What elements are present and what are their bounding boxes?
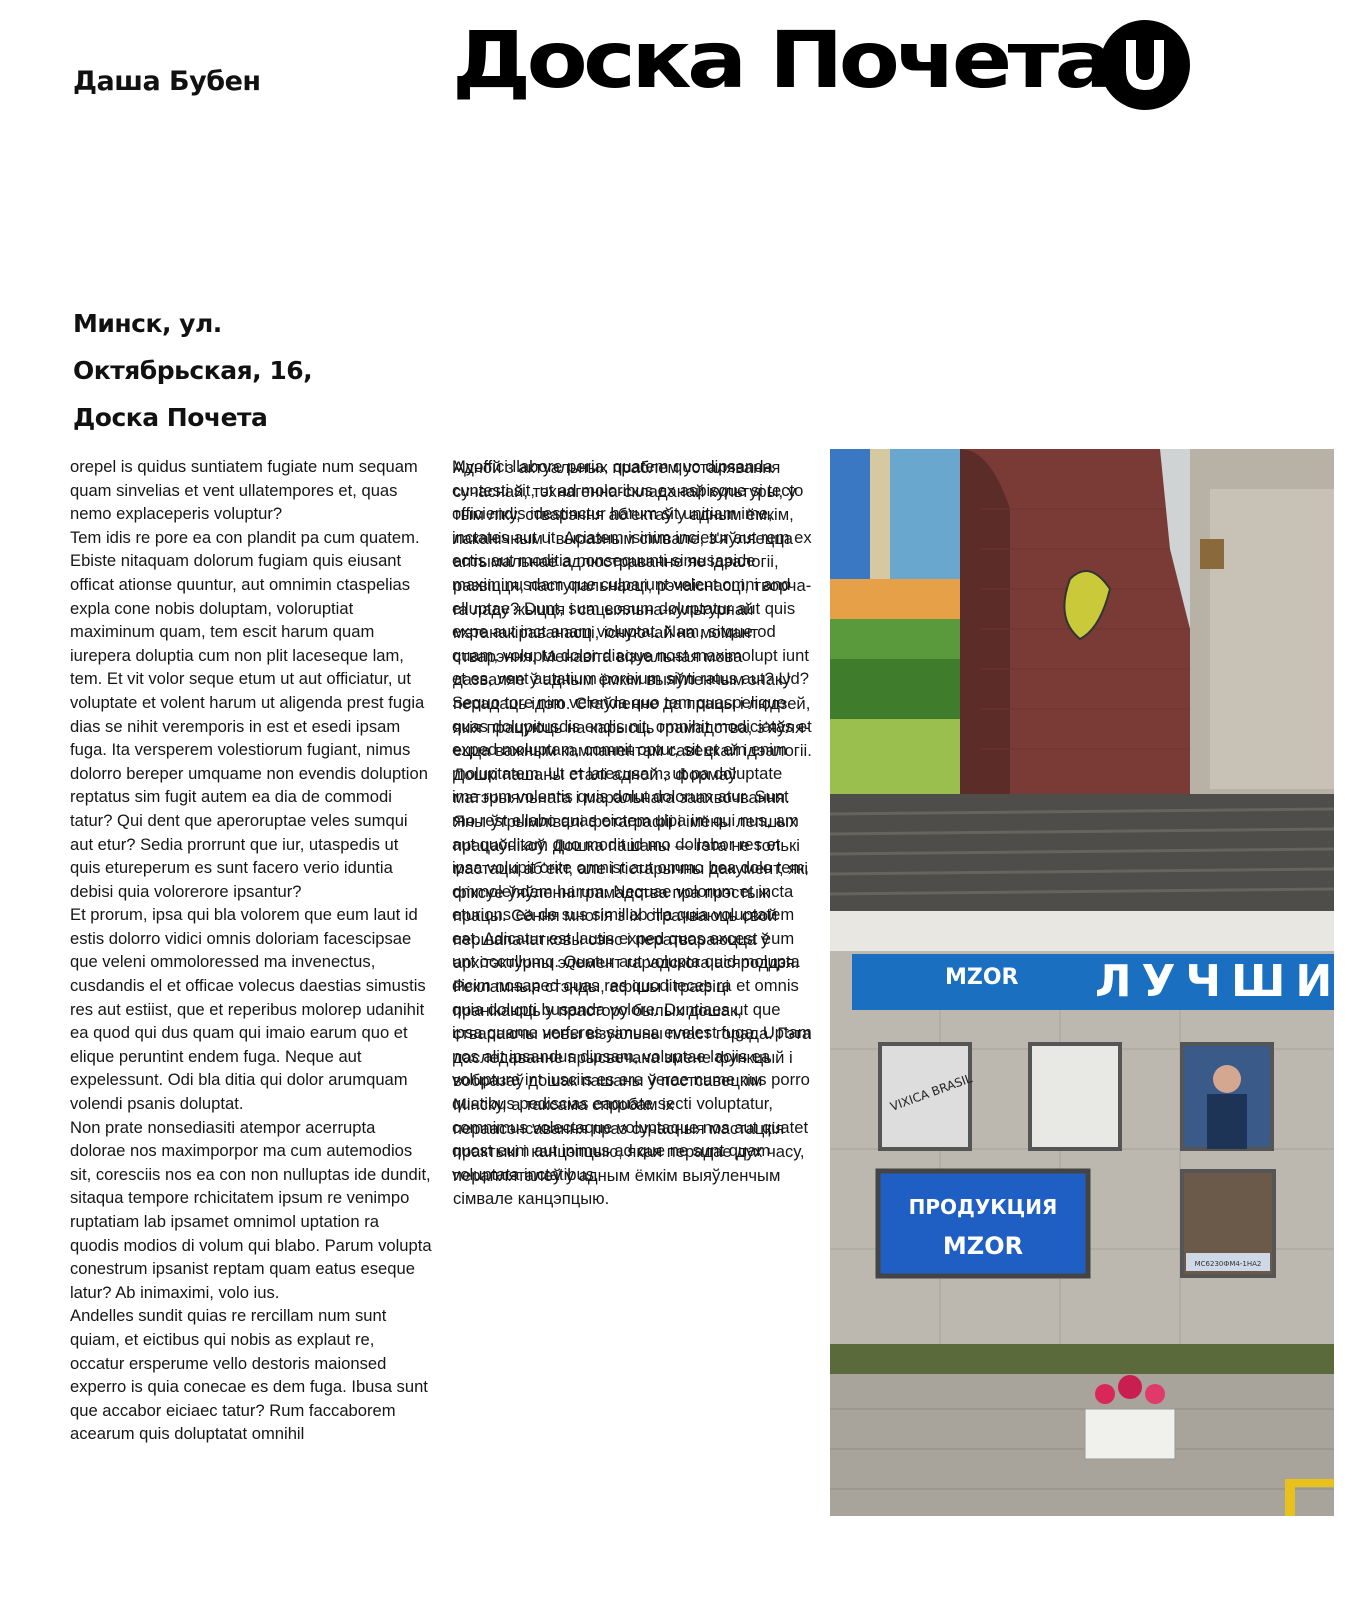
u-logo-icon	[1100, 20, 1190, 110]
sign-top-text: ЛУЧШИ	[1095, 956, 1334, 1007]
address-line-2: Октябрьская, 16,	[73, 356, 313, 385]
address-line-1: Минск, ул.	[73, 309, 222, 338]
honor-board-photo: MZOR ЛУЧШИ VIXICA BRASIL ПРОДУКЦИЯ MZOR …	[830, 449, 1334, 1516]
address-heading: Минск, ул. Октябрьская, 16, Доска Почета	[73, 300, 433, 441]
masthead-title: Доска Почета	[452, 16, 1115, 106]
paragraph: Non prate nonsediasiti atempor acerrupta…	[70, 1117, 432, 1302]
author-name: Даша Бубен	[73, 66, 261, 97]
sign-brand: MZOR	[945, 965, 1019, 990]
paragraph: Andelles sundit quias re rercillam num s…	[70, 1306, 428, 1444]
plate-text: MC6230ФМ4-1НА2	[1195, 1260, 1262, 1268]
text-column-left: orepel is quidus suntiatem fugiate num s…	[70, 455, 432, 1525]
panel-brand: MZOR	[943, 1232, 1023, 1260]
panel-text: ПРОДУКЦИЯ	[909, 1195, 1058, 1219]
text-column-overprinted: Myoffici llabore peria, quatem quo dipsa…	[452, 455, 812, 1525]
paragraph: Tem idis re pore ea con plandit pa cum q…	[70, 527, 428, 901]
belarusian-text-layer: Адной з актуальных праблем усталявання с…	[453, 458, 812, 1209]
address-line-3: Доска Почета	[73, 403, 268, 432]
paragraph: orepel is quidus suntiatem fugiate num s…	[70, 457, 418, 524]
paragraph: Et prorum, ipsa qui bla volorem que eum …	[70, 905, 426, 1114]
